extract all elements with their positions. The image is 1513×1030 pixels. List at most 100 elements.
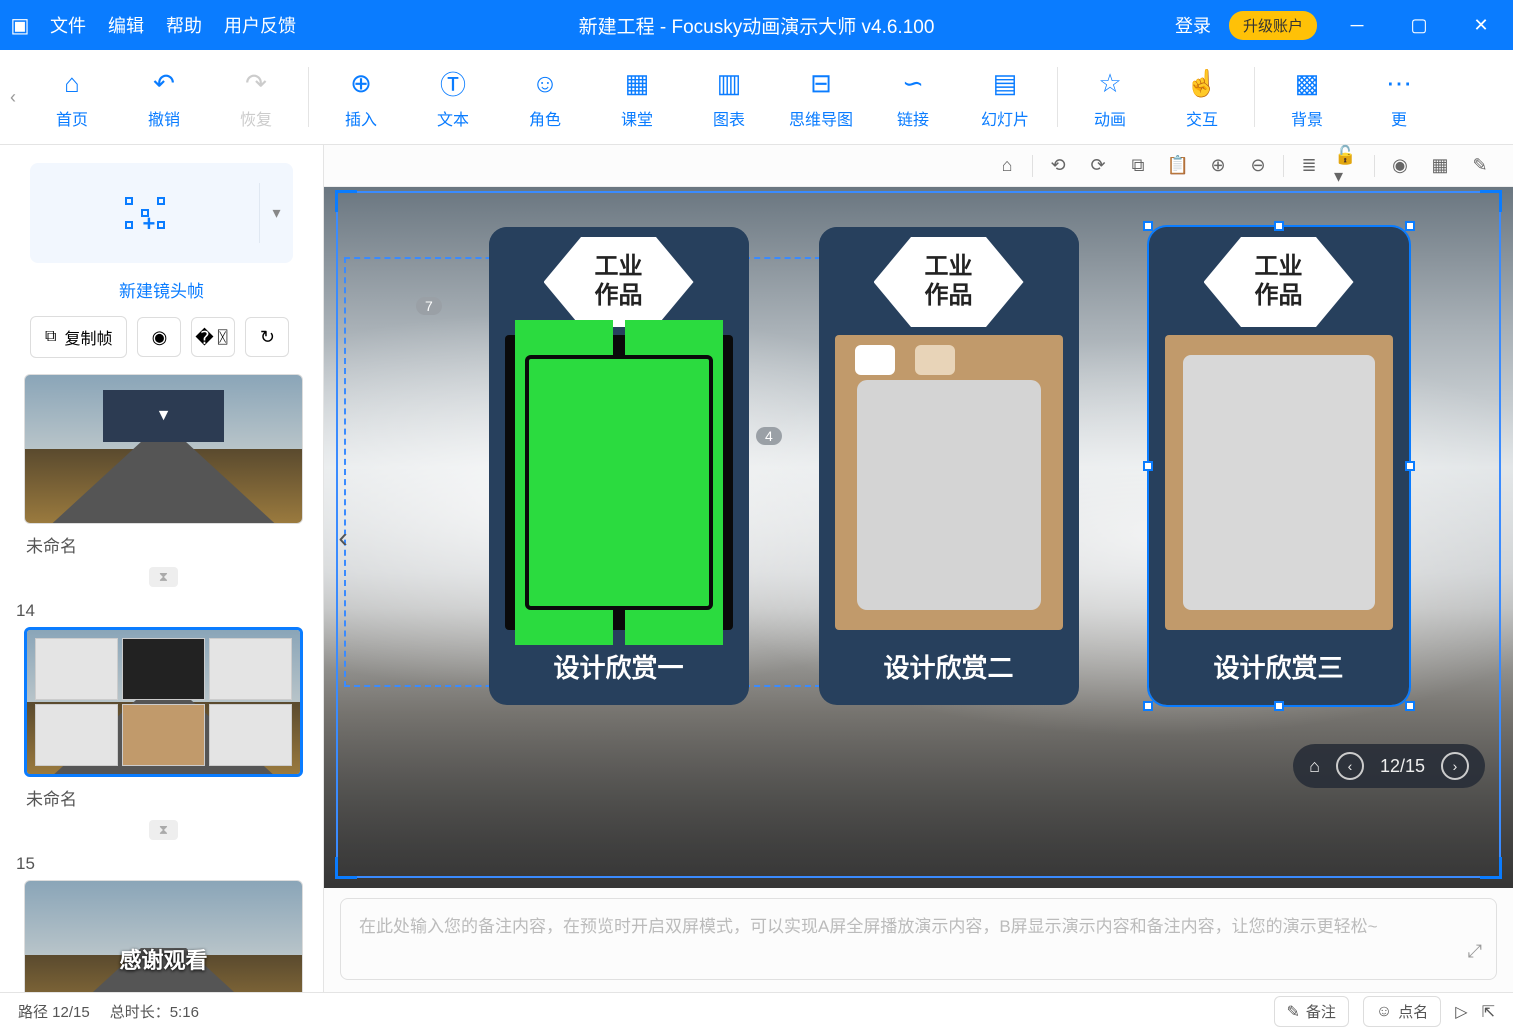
paste-button[interactable]: 📋 (1163, 151, 1193, 181)
expand-icon[interactable]: ⤢ (1468, 936, 1482, 967)
card-caption: 设计欣赏三 (1149, 638, 1409, 705)
design-card[interactable]: 工业 作品 设计欣赏三 (1149, 227, 1409, 705)
app-logo-icon: ▣ (0, 13, 40, 38)
nav-counter: 12/15 (1380, 756, 1425, 777)
minimize-button[interactable]: ─ (1335, 15, 1379, 36)
edit-button[interactable]: ✎ (1465, 151, 1495, 181)
nav-next-button[interactable]: › (1441, 752, 1469, 780)
more-icon: ⋯ (1386, 64, 1412, 102)
maximize-button[interactable]: ▢ (1397, 15, 1441, 36)
toolbar: ‹ ⌂首页 ↶撤销 ↷恢复 ⊕插入 Ⓣ文本 ☺角色 ▦课堂 ▥图表 ⊟思维导图 … (0, 50, 1513, 145)
toolbar-scroll-left[interactable]: ‹ (0, 50, 26, 144)
scan-icon: �〿 (195, 324, 231, 350)
rotate-right-button[interactable]: ⟳ (1083, 151, 1113, 181)
touch-icon: ☝ (1186, 64, 1218, 102)
main-menu: 文件 编辑 帮助 用户反馈 (40, 12, 296, 38)
menu-help[interactable]: 帮助 (166, 12, 202, 38)
slide-item[interactable]: ▼ 未命名 ⧗ (24, 374, 303, 587)
new-frame-dropdown[interactable]: ▾ (259, 183, 293, 243)
classroom-icon: ▦ (625, 64, 650, 102)
upgrade-button[interactable]: 升级账户 (1229, 11, 1317, 40)
nav-home-icon[interactable]: ⌂ (1309, 756, 1320, 777)
copy-frame-button[interactable]: ⧉复制帧 (30, 316, 127, 358)
nav-prev-button[interactable]: ‹ (1336, 752, 1364, 780)
scan-button[interactable]: �〿 (191, 317, 235, 357)
status-path: 路径 12/15 (18, 1001, 90, 1022)
refresh-button[interactable]: ↻ (245, 317, 289, 357)
person-icon: ☺ (1376, 1003, 1392, 1021)
rotate-left-button[interactable]: ⟲ (1043, 151, 1073, 181)
text-icon: Ⓣ (440, 64, 466, 102)
toolbar-link[interactable]: ∽链接 (867, 64, 959, 130)
window-title: 新建工程 - Focusky动画演示大师 v4.6.100 (579, 12, 935, 39)
toolbar-role[interactable]: ☺角色 (499, 64, 591, 130)
notes-input[interactable]: 在此处输入您的备注内容，在预览时开启双屏模式，可以实现A屏全屏播放演示内容，B屏… (340, 898, 1497, 980)
layers-button[interactable]: ▦ (1425, 151, 1455, 181)
canvas-toolbar: ⌂ ⟲ ⟳ ⧉ 📋 ⊕ ⊖ ≣ 🔓▾ ◉ ▦ ✎ (324, 145, 1513, 187)
home-icon: ⌂ (64, 64, 80, 102)
align-button[interactable]: ≣ (1294, 151, 1324, 181)
snapshot-button[interactable]: ◉ (1385, 151, 1415, 181)
toolbar-insert[interactable]: ⊕插入 (315, 64, 407, 130)
toolbar-text[interactable]: Ⓣ文本 (407, 64, 499, 130)
star-icon: ☆ (1098, 64, 1121, 102)
mindmap-icon: ⊟ (810, 64, 832, 102)
toolbar-home[interactable]: ⌂首页 (26, 64, 118, 130)
close-button[interactable]: ✕ (1459, 15, 1503, 36)
chart-icon: ▥ (717, 64, 742, 102)
redo-icon: ↷ (245, 64, 267, 102)
toolbar-more[interactable]: ⋯更 (1353, 64, 1445, 130)
card-caption: 设计欣赏一 (489, 638, 749, 705)
design-card[interactable]: 工业 作品 设计欣赏一 (489, 227, 749, 705)
camera-button[interactable]: ◉ (137, 317, 181, 357)
frame-corners-icon: + (125, 197, 165, 229)
slide-item[interactable]: 14 未命名 ⧗ (24, 601, 303, 840)
export-button[interactable]: ⇱ (1482, 1002, 1495, 1022)
play-button[interactable]: ▷ (1455, 1002, 1467, 1022)
toolbar-mindmap[interactable]: ⊟思维导图 (775, 64, 867, 130)
toolbar-animation[interactable]: ☆动画 (1064, 64, 1156, 130)
camera-icon: ◉ (152, 327, 168, 348)
toolbar-redo[interactable]: ↷恢复 (210, 64, 302, 130)
timer-chip[interactable]: ⧗ (24, 567, 303, 587)
plus-circle-icon: ⊕ (350, 64, 372, 102)
refresh-icon: ↻ (260, 327, 275, 348)
zoom-out-button[interactable]: ⊖ (1243, 151, 1273, 181)
canvas-prev-arrow[interactable]: ‹ (328, 508, 358, 568)
zoom-in-button[interactable]: ⊕ (1203, 151, 1233, 181)
card-image (505, 335, 733, 630)
menu-file[interactable]: 文件 (50, 12, 86, 38)
menu-edit[interactable]: 编辑 (108, 12, 144, 38)
notes-placeholder: 在此处输入您的备注内容，在预览时开启双屏模式，可以实现A屏全屏播放演示内容，B屏… (359, 917, 1378, 936)
undo-icon: ↶ (153, 64, 175, 102)
toolbar-class[interactable]: ▦课堂 (591, 64, 683, 130)
rollcall-button[interactable]: ☺点名 (1363, 996, 1441, 1027)
card-title: 工业 作品 (874, 237, 1024, 327)
lock-button[interactable]: 🔓▾ (1334, 151, 1364, 181)
new-frame-label: 新建镜头帧 (0, 277, 323, 316)
copy-button[interactable]: ⧉ (1123, 151, 1153, 181)
design-card[interactable]: 工业 作品 设计欣赏二 (819, 227, 1079, 705)
canvas-area: ⌂ ⟲ ⟳ ⧉ 📋 ⊕ ⊖ ≣ 🔓▾ ◉ ▦ ✎ 7 4 工业 作品 (324, 145, 1513, 992)
card-image (835, 335, 1063, 630)
canvas-path-nav: ⌂ ‹ 12/15 › (1293, 744, 1485, 788)
login-link[interactable]: 登录 (1175, 12, 1211, 38)
toolbar-background[interactable]: ▩背景 (1261, 64, 1353, 130)
toolbar-slide[interactable]: ▤幻灯片 (959, 64, 1051, 130)
title-bar: ▣ 文件 编辑 帮助 用户反馈 新建工程 - Focusky动画演示大师 v4.… (0, 0, 1513, 50)
slide-item[interactable]: 15 感谢观看 (24, 854, 303, 992)
status-duration: 总时长：5:16 (110, 1001, 199, 1022)
new-frame-button[interactable]: + ▾ (30, 163, 293, 263)
person-icon: ☺ (532, 64, 559, 102)
toolbar-chart[interactable]: ▥图表 (683, 64, 775, 130)
timer-chip[interactable]: ⧗ (24, 820, 303, 840)
toolbar-undo[interactable]: ↶撤销 (118, 64, 210, 130)
canvas-home-button[interactable]: ⌂ (992, 151, 1022, 181)
canvas[interactable]: 7 4 工业 作品 设计欣赏一 工业 作品 设计欣赏二 工业 作品 设计欣赏三 (324, 187, 1513, 888)
menu-feedback[interactable]: 用户反馈 (224, 12, 296, 38)
notes-toggle-button[interactable]: ✎备注 (1274, 996, 1349, 1027)
slide-list[interactable]: ▼ 未命名 ⧗ 14 未命名 ⧗ 15 感谢观看 (0, 374, 323, 992)
link-icon: ∽ (902, 64, 924, 102)
frame-badge: 7 (416, 297, 442, 315)
toolbar-interact[interactable]: ☝交互 (1156, 64, 1248, 130)
